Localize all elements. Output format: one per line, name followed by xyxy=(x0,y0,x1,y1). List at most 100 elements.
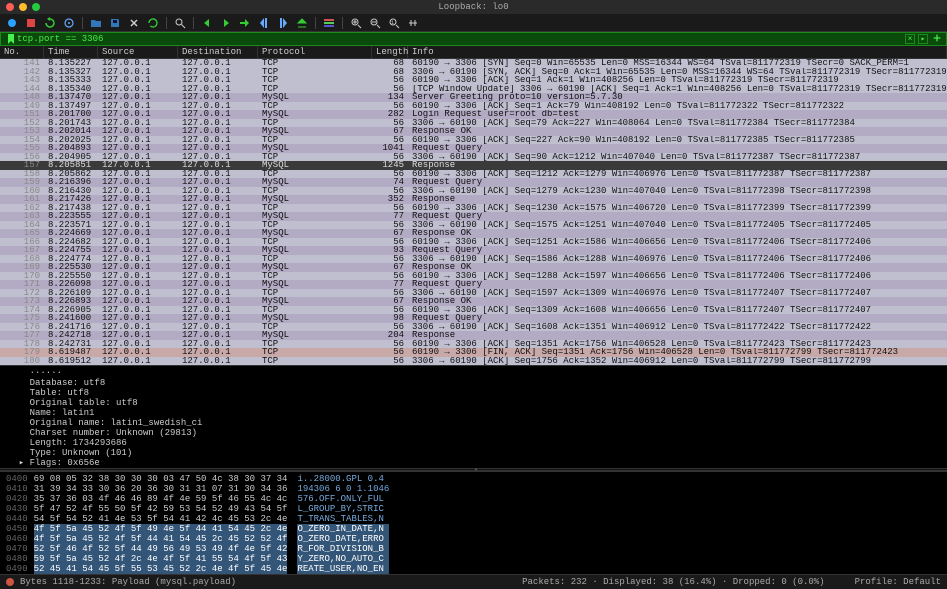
packet-details[interactable]: ······ Database: utf8 Table: utf8 Origin… xyxy=(0,365,947,468)
packet-row[interactable]: 1488.137470127.0.0.1127.0.0.1MySQL134Ser… xyxy=(0,93,947,102)
window-title: Loopback: lo0 xyxy=(438,2,508,12)
hex-offsets: 0400 0410 0420 0430 0440 0450 0460 0470 … xyxy=(6,474,28,572)
status-packets: Packets: 232 · Displayed: 38 (16.4%) · D… xyxy=(522,577,824,587)
find-icon[interactable] xyxy=(174,17,186,29)
tree-line[interactable]: Database: utf8 xyxy=(8,378,939,388)
pane-splitter[interactable] xyxy=(0,468,947,471)
stop-capture-icon[interactable] xyxy=(25,17,37,29)
go-first-icon[interactable] xyxy=(258,17,270,29)
packet-row[interactable]: 1728.226109127.0.0.1127.0.0.1TCP563306 →… xyxy=(0,289,947,298)
packet-row[interactable]: 1708.225550127.0.0.1127.0.0.1TCP5660190 … xyxy=(0,272,947,281)
packet-row[interactable]: 1698.225530127.0.0.1127.0.0.1MySQL67Resp… xyxy=(0,263,947,272)
svg-text:1: 1 xyxy=(391,20,394,26)
packet-row[interactable]: 1648.223571127.0.0.1127.0.0.1TCP563306 →… xyxy=(0,221,947,230)
hex-bytes: 69 08 05 32 38 30 30 30 03 47 50 4c 38 3… xyxy=(34,474,288,572)
apply-filter-icon[interactable]: ▸ xyxy=(918,34,928,44)
col-source[interactable]: Source xyxy=(98,46,178,58)
display-filter-bar: × ▸ xyxy=(0,32,947,46)
auto-scroll-icon[interactable] xyxy=(296,17,308,29)
options-icon[interactable] xyxy=(63,17,75,29)
tree-line[interactable]: Charset number: Unknown (29813) xyxy=(8,428,939,438)
col-no[interactable]: No. xyxy=(0,46,44,58)
packet-row[interactable]: 1558.204893127.0.0.1127.0.0.1MySQL1041Re… xyxy=(0,144,947,153)
start-capture-icon[interactable] xyxy=(6,17,18,29)
resize-columns-icon[interactable] xyxy=(407,17,419,29)
tree-line[interactable]: Original table: utf8 xyxy=(8,398,939,408)
packet-row[interactable]: 1788.242731127.0.0.1127.0.0.1TCP5660190 … xyxy=(0,340,947,349)
zoom-in-icon[interactable] xyxy=(350,17,362,29)
packet-row[interactable]: 1748.226905127.0.0.1127.0.0.1TCP5660190 … xyxy=(0,306,947,315)
packet-row[interactable]: 1798.619487127.0.0.1127.0.0.1TCP5660190 … xyxy=(0,348,947,357)
packet-row[interactable]: 1678.224755127.0.0.1127.0.0.1MySQL93Requ… xyxy=(0,246,947,255)
window-controls xyxy=(6,3,40,11)
packet-row[interactable]: 1768.241716127.0.0.1127.0.0.1TCP563306 →… xyxy=(0,323,947,332)
save-file-icon[interactable] xyxy=(109,17,121,29)
packet-row[interactable]: 1548.202025127.0.0.1127.0.0.1TCP5660190 … xyxy=(0,136,947,145)
packet-bytes[interactable]: 0400 0410 0420 0430 0440 0450 0460 0470 … xyxy=(0,471,947,574)
packet-row[interactable]: 1428.135327127.0.0.1127.0.0.1TCP683306 →… xyxy=(0,68,947,77)
tree-line[interactable]: ······ xyxy=(8,368,939,378)
restart-capture-icon[interactable] xyxy=(44,17,56,29)
go-back-icon[interactable] xyxy=(201,17,213,29)
packet-row[interactable]: 1438.135333127.0.0.1127.0.0.1TCP5660190 … xyxy=(0,76,947,85)
packet-row[interactable]: 1598.216396127.0.0.1127.0.0.1MySQL74Requ… xyxy=(0,178,947,187)
clear-filter-icon[interactable]: × xyxy=(905,34,915,44)
zoom-reset-icon[interactable]: 1 xyxy=(388,17,400,29)
packet-list-header: No. Time Source Destination Protocol Len… xyxy=(0,46,947,59)
col-protocol[interactable]: Protocol xyxy=(258,46,372,58)
open-file-icon[interactable] xyxy=(90,17,102,29)
packet-row[interactable]: 1718.226098127.0.0.1127.0.0.1MySQL77Requ… xyxy=(0,280,947,289)
packet-row[interactable]: 1608.216430127.0.0.1127.0.0.1TCP563306 →… xyxy=(0,187,947,196)
packet-row[interactable]: 1618.217426127.0.0.1127.0.0.1MySQL352Res… xyxy=(0,195,947,204)
titlebar: Loopback: lo0 xyxy=(0,0,947,14)
packet-row[interactable]: 1448.135340127.0.0.1127.0.0.1TCP56[TCP W… xyxy=(0,85,947,94)
filter-add-icon[interactable] xyxy=(932,33,942,46)
bookmark-filter-icon[interactable] xyxy=(5,33,17,45)
go-forward-icon[interactable] xyxy=(220,17,232,29)
reload-icon[interactable] xyxy=(147,17,159,29)
col-length[interactable]: Length xyxy=(372,46,408,58)
packet-row[interactable]: 1418.135227127.0.0.1127.0.0.1TCP6860190 … xyxy=(0,59,947,68)
tree-line[interactable]: Table: utf8 xyxy=(8,388,939,398)
tree-line[interactable]: Length: 1734293686 xyxy=(8,438,939,448)
packet-row[interactable]: 1808.619512127.0.0.1127.0.0.1TCP563306 →… xyxy=(0,357,947,366)
toolbar-separator xyxy=(166,17,167,29)
packet-row[interactable]: 1528.201743127.0.0.1127.0.0.1TCP563306 →… xyxy=(0,119,947,128)
packet-row[interactable]: 1638.223555127.0.0.1127.0.0.1MySQL77Requ… xyxy=(0,212,947,221)
close-file-icon[interactable] xyxy=(128,17,140,29)
packet-row[interactable]: 1738.226893127.0.0.1127.0.0.1MySQL67Resp… xyxy=(0,297,947,306)
packet-row[interactable]: 1628.217438127.0.0.1127.0.0.1TCP5660190 … xyxy=(0,204,947,213)
status-bar: Bytes 1118-1233: Payload (mysql.payload)… xyxy=(0,574,947,589)
col-time[interactable]: Time xyxy=(44,46,98,58)
packet-row[interactable]: 1668.224682127.0.0.1127.0.0.1TCP5660190 … xyxy=(0,238,947,247)
status-profile[interactable]: Profile: Default xyxy=(855,577,941,587)
packet-row[interactable]: 1538.202014127.0.0.1127.0.0.1MySQL67Resp… xyxy=(0,127,947,136)
packet-row[interactable]: 1498.137497127.0.0.1127.0.0.1TCP5660190 … xyxy=(0,102,947,111)
zoom-window-icon[interactable] xyxy=(32,3,40,11)
packet-row[interactable]: 1688.224774127.0.0.1127.0.0.1TCP563306 →… xyxy=(0,255,947,264)
close-window-icon[interactable] xyxy=(6,3,14,11)
packet-row[interactable]: 1568.204905127.0.0.1127.0.0.1TCP563306 →… xyxy=(0,153,947,162)
tree-line[interactable]: Type: Unknown (101) xyxy=(8,448,939,458)
packet-row[interactable]: 1758.241600127.0.0.1127.0.0.1MySQL98Requ… xyxy=(0,314,947,323)
col-destination[interactable]: Destination xyxy=(178,46,258,58)
packet-row[interactable]: 1578.205851127.0.0.1127.0.0.1MySQL1245Re… xyxy=(0,161,947,170)
status-left: Bytes 1118-1233: Payload (mysql.payload) xyxy=(20,577,236,587)
colorize-icon[interactable] xyxy=(323,17,335,29)
display-filter-input[interactable] xyxy=(17,34,905,44)
toolbar-separator xyxy=(342,17,343,29)
tree-line[interactable]: Original name: latin1_swedish_ci xyxy=(8,418,939,428)
packet-list[interactable]: 1418.135227127.0.0.1127.0.0.1TCP6860190 … xyxy=(0,59,947,365)
expert-info-icon[interactable] xyxy=(6,578,14,586)
col-info[interactable]: Info xyxy=(408,46,947,58)
packet-row[interactable]: 1778.242718127.0.0.1127.0.0.1MySQL204Res… xyxy=(0,331,947,340)
minimize-window-icon[interactable] xyxy=(19,3,27,11)
packet-row[interactable]: 1658.224669127.0.0.1127.0.0.1MySQL67Resp… xyxy=(0,229,947,238)
zoom-out-icon[interactable] xyxy=(369,17,381,29)
go-last-icon[interactable] xyxy=(277,17,289,29)
toolbar-separator xyxy=(193,17,194,29)
jump-to-icon[interactable] xyxy=(239,17,251,29)
packet-row[interactable]: 1518.201700127.0.0.1127.0.0.1MySQL282Log… xyxy=(0,110,947,119)
packet-row[interactable]: 1588.205862127.0.0.1127.0.0.1TCP5660190 … xyxy=(0,170,947,179)
tree-line[interactable]: Name: latin1 xyxy=(8,408,939,418)
